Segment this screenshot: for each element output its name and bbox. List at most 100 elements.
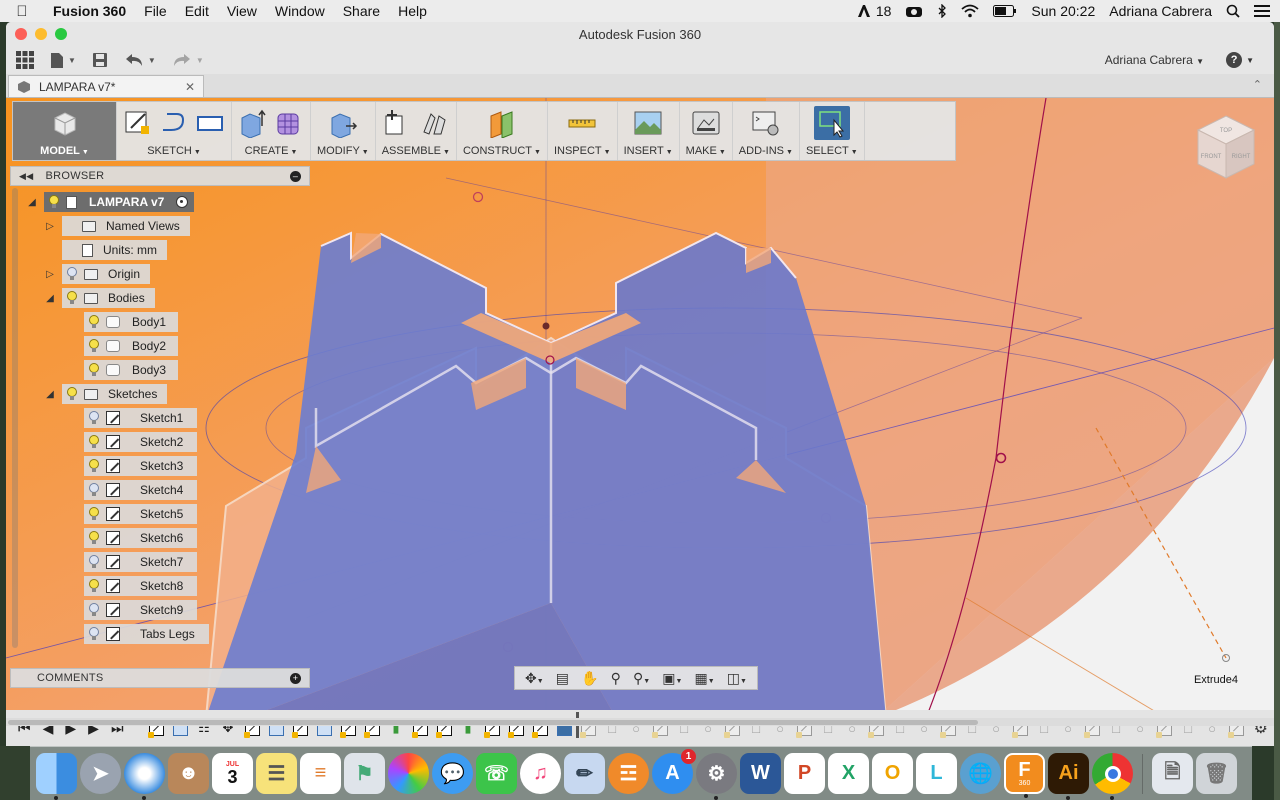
collapsed-triangle-icon[interactable]: ▷ bbox=[44, 221, 56, 232]
activate-target-icon[interactable] bbox=[176, 196, 189, 208]
notes-icon[interactable]: ☰ bbox=[256, 753, 297, 794]
menu-window[interactable]: Window bbox=[266, 3, 334, 19]
lightbulb-off-icon[interactable] bbox=[88, 411, 100, 425]
bodies-node[interactable]: Bodies bbox=[62, 288, 155, 308]
sketch-node[interactable]: Sketch9 bbox=[84, 600, 198, 620]
viewport-canvas[interactable]: MODEL ▼ SKETCH ▼ CREATE ▼ MODIFY ▼ ASSEM… bbox=[6, 98, 1274, 718]
scripts-addins-icon[interactable] bbox=[751, 108, 781, 138]
named-views-node[interactable]: Named Views bbox=[62, 216, 190, 236]
lightbulb-icon[interactable] bbox=[88, 435, 100, 449]
bluetooth-icon[interactable] bbox=[937, 4, 947, 18]
tree-row-sketch[interactable]: Sketch1 bbox=[84, 408, 198, 428]
viewcube-top-label[interactable]: TOP bbox=[1220, 128, 1232, 134]
body-node[interactable]: Body3 bbox=[84, 360, 179, 380]
user-account-menu[interactable]: Adriana Cabrera ▼ bbox=[1105, 53, 1204, 67]
close-window-button[interactable] bbox=[15, 28, 27, 40]
grid-settings-icon[interactable]: ▦▼ bbox=[694, 670, 714, 687]
viewports-icon[interactable]: ◫▼ bbox=[727, 670, 747, 687]
body-node[interactable]: Body1 bbox=[84, 312, 179, 332]
plus-icon[interactable]: + bbox=[290, 672, 301, 684]
fusion-360-icon[interactable]: F 360 bbox=[1004, 753, 1045, 798]
lightbulb-icon[interactable] bbox=[88, 459, 100, 473]
tree-row-origin[interactable]: ▷ Origin bbox=[44, 264, 151, 284]
tree-row-sketch[interactable]: Sketch5 bbox=[84, 504, 198, 524]
construct-group[interactable]: CONSTRUCT ▼ bbox=[457, 102, 548, 160]
reminders-icon[interactable]: ≡ bbox=[300, 753, 341, 794]
lightbulb-icon[interactable] bbox=[66, 291, 78, 305]
modify-group[interactable]: MODIFY ▼ bbox=[311, 102, 376, 160]
ibooks-icon[interactable]: ☲ bbox=[608, 753, 649, 794]
origin-node[interactable]: Origin bbox=[62, 264, 151, 284]
downloads-folder-icon[interactable]: 🗎 bbox=[1152, 753, 1193, 794]
minimize-window-button[interactable] bbox=[35, 28, 47, 40]
sketch-node[interactable]: Sketch2 bbox=[84, 432, 198, 452]
lightbulb-off-icon[interactable] bbox=[88, 627, 100, 641]
joint-icon[interactable] bbox=[419, 108, 449, 138]
lightbulb-icon[interactable] bbox=[88, 315, 100, 329]
root-component-node[interactable]: LAMPARA v7 bbox=[44, 192, 195, 212]
tree-row-named-views[interactable]: ▷ Named Views bbox=[44, 216, 190, 236]
sketch-node[interactable]: Sketch4 bbox=[84, 480, 198, 500]
viewcube-front-label[interactable]: FRONT bbox=[1201, 154, 1222, 160]
tree-row-units[interactable]: Units: mm bbox=[44, 240, 167, 260]
sketch-node[interactable]: Sketch7 bbox=[84, 552, 198, 572]
lightbulb-icon[interactable] bbox=[88, 363, 100, 377]
viewcube[interactable]: TOP FRONT RIGHT bbox=[1190, 112, 1262, 184]
trash-icon[interactable]: 🗑 bbox=[1196, 753, 1237, 794]
calendar-icon[interactable]: JUL 3 bbox=[212, 753, 253, 794]
lightbulb-icon[interactable] bbox=[88, 531, 100, 545]
lightbulb-icon[interactable] bbox=[88, 339, 100, 353]
file-menu-button[interactable]: ▼ bbox=[50, 52, 76, 69]
tree-row-sketch[interactable]: Sketch6 bbox=[84, 528, 198, 548]
workspace-model-button[interactable]: MODEL ▼ bbox=[13, 102, 117, 160]
lightbulb-icon[interactable] bbox=[66, 387, 78, 401]
lightbulb-icon[interactable] bbox=[48, 195, 60, 209]
form-icon[interactable] bbox=[274, 108, 304, 138]
zoom-icon[interactable]: ⚲ bbox=[611, 670, 621, 687]
notification-center-icon[interactable] bbox=[1254, 5, 1270, 17]
menu-file[interactable]: File bbox=[135, 3, 176, 19]
menu-share[interactable]: Share bbox=[334, 3, 389, 19]
chrome-icon[interactable] bbox=[1092, 753, 1133, 800]
press-pull-icon[interactable] bbox=[328, 108, 358, 138]
expanded-triangle-icon[interactable]: ◢ bbox=[26, 197, 38, 208]
photos-icon[interactable] bbox=[388, 753, 429, 794]
lightbulb-icon[interactable] bbox=[88, 579, 100, 593]
insert-group[interactable]: INSERT ▼ bbox=[618, 102, 680, 160]
lightbulb-off-icon[interactable] bbox=[88, 555, 100, 569]
collapsed-triangle-icon[interactable]: ▷ bbox=[44, 269, 56, 280]
create-group[interactable]: CREATE ▼ bbox=[232, 102, 311, 160]
safari-icon[interactable] bbox=[124, 753, 165, 800]
expanded-triangle-icon[interactable]: ◢ bbox=[44, 389, 56, 400]
tree-row-root[interactable]: ◢ LAMPARA v7 bbox=[26, 192, 195, 212]
word-icon[interactable]: W bbox=[740, 753, 781, 794]
browser-scrollbar[interactable] bbox=[12, 188, 18, 648]
help-button[interactable]: ? ▼ bbox=[1226, 52, 1254, 68]
lightbulb-off-icon[interactable] bbox=[88, 603, 100, 617]
extrude-icon[interactable] bbox=[238, 108, 268, 138]
menu-view[interactable]: View bbox=[218, 3, 266, 19]
app-store-icon[interactable]: A1 bbox=[652, 749, 696, 794]
menubar-user[interactable]: Adriana Cabrera bbox=[1109, 3, 1212, 19]
tree-row-bodies[interactable]: ◢ Bodies bbox=[44, 288, 155, 308]
battery-icon[interactable] bbox=[993, 5, 1017, 17]
units-node[interactable]: Units: mm bbox=[62, 240, 167, 260]
expanded-triangle-icon[interactable]: ◢ bbox=[44, 293, 56, 304]
lightbulb-icon[interactable] bbox=[88, 507, 100, 521]
timeline-scrollbar[interactable] bbox=[6, 718, 1274, 726]
sketch-group[interactable]: SKETCH ▼ bbox=[117, 102, 232, 160]
body-node[interactable]: Body2 bbox=[84, 336, 179, 356]
pan-hand-icon[interactable]: ✋ bbox=[581, 670, 598, 687]
collapse-panel-icon[interactable]: ◀◀ bbox=[19, 171, 33, 182]
contacts-icon[interactable]: ☻ bbox=[168, 753, 209, 794]
finder-icon[interactable] bbox=[36, 753, 77, 800]
network-globe-icon[interactable]: 🌐 bbox=[960, 753, 1001, 794]
undo-button[interactable]: ▼ bbox=[124, 53, 156, 67]
outlook-icon[interactable]: O bbox=[872, 753, 913, 794]
spotlight-icon[interactable] bbox=[1226, 4, 1240, 18]
tree-row-sketch[interactable]: Sketch9 bbox=[84, 600, 198, 620]
clock[interactable]: Sun 20:22 bbox=[1031, 3, 1095, 19]
viewcube-right-label[interactable]: RIGHT bbox=[1232, 154, 1251, 160]
menu-app-name[interactable]: Fusion 360 bbox=[44, 3, 135, 19]
creative-cloud-icon[interactable] bbox=[905, 4, 923, 18]
